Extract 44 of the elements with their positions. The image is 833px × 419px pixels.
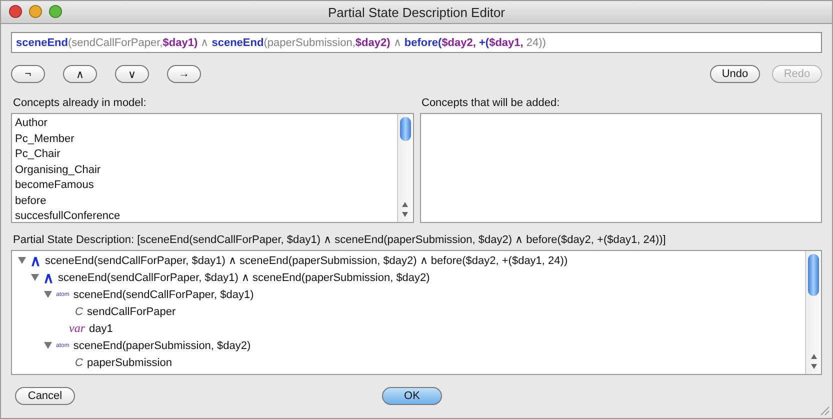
tree-node-label: sceneEnd(sendCallForPaper, $day1) [73, 288, 254, 300]
dialog-button[interactable]: OK [382, 387, 442, 405]
description-label: Partial State Description: [sceneEnd(sendCallForPaper, $day1) ∧ sceneEnd(paperSubmission, $day2) ∧ before($day2, +($day1, 24))] [13, 233, 667, 246]
concept-list[interactable] [420, 113, 822, 223]
node-type-label: C [74, 306, 83, 318]
concept-list[interactable]: Author Pc_Member Pc_Chair Organising_Chair becomeFamous before succesfullConference [11, 113, 414, 223]
scrollbar[interactable] [805, 251, 821, 374]
scrollbar[interactable] [396, 114, 412, 222]
list-item[interactable]: becomeFamous [15, 178, 394, 194]
node-type-label: ∧ [30, 252, 41, 270]
list-item[interactable]: before [15, 194, 394, 209]
list-item[interactable]: Author [15, 116, 394, 132]
node-type-label: var [69, 321, 85, 336]
list-item[interactable]: Organising_Chair [15, 162, 394, 178]
list-item[interactable]: Pc_Chair [15, 147, 394, 162]
dialog-button[interactable]: Cancel [15, 387, 75, 405]
tree-view[interactable] [11, 250, 822, 375]
operator-button[interactable]: ∨ [115, 65, 149, 83]
resize-grip-icon[interactable] [820, 406, 830, 416]
window-title: Partial State Description Editor [328, 4, 506, 20]
list-item[interactable]: Pc_Member [15, 132, 394, 147]
list-label: Concepts that will be added: [422, 97, 561, 109]
operator-button[interactable]: → [167, 65, 201, 83]
operator-button[interactable]: ¬ [11, 65, 45, 83]
tree-node-label: sendCallForPaper [86, 306, 176, 318]
disclosure-triangle-icon[interactable] [44, 291, 52, 298]
tree-node-label: sceneEnd(paperSubmission, $day2) [73, 340, 251, 352]
tree-node-label: sceneEnd(sendCallForPaper, $day1) ∧ sceneEnd(paperSubmission, $day2) [58, 271, 430, 284]
disclosure-triangle-icon[interactable] [18, 257, 26, 264]
list-label: Concepts already in model: [13, 97, 148, 109]
tree-node-label: sceneEnd(sendCallForPaper, $day1) ∧ sceneEnd(paperSubmission, $day2) ∧ before($day2, +($day1, 24)) [45, 254, 568, 267]
tree-node-label: paperSubmission [86, 356, 172, 368]
history-button[interactable]: Undo [710, 65, 760, 83]
node-type-label: C [74, 356, 83, 368]
disclosure-triangle-icon[interactable] [44, 342, 52, 349]
formula-field[interactable]: sceneEnd(sendCallForPaper,$day1) ∧ sceneEnd(paperSubmission,$day2) ∧ before($day2, +($day1, 24)) [11, 32, 822, 53]
list-item[interactable]: succesfullConference [15, 209, 394, 222]
zoom-button[interactable] [49, 5, 62, 18]
node-type-label: ∧ [43, 268, 54, 286]
close-button[interactable] [9, 5, 22, 18]
minimize-button[interactable] [29, 5, 42, 18]
tree-node-label: day1 [89, 322, 113, 334]
operator-button[interactable]: ∧ [63, 65, 97, 83]
disclosure-triangle-icon[interactable] [31, 274, 39, 281]
